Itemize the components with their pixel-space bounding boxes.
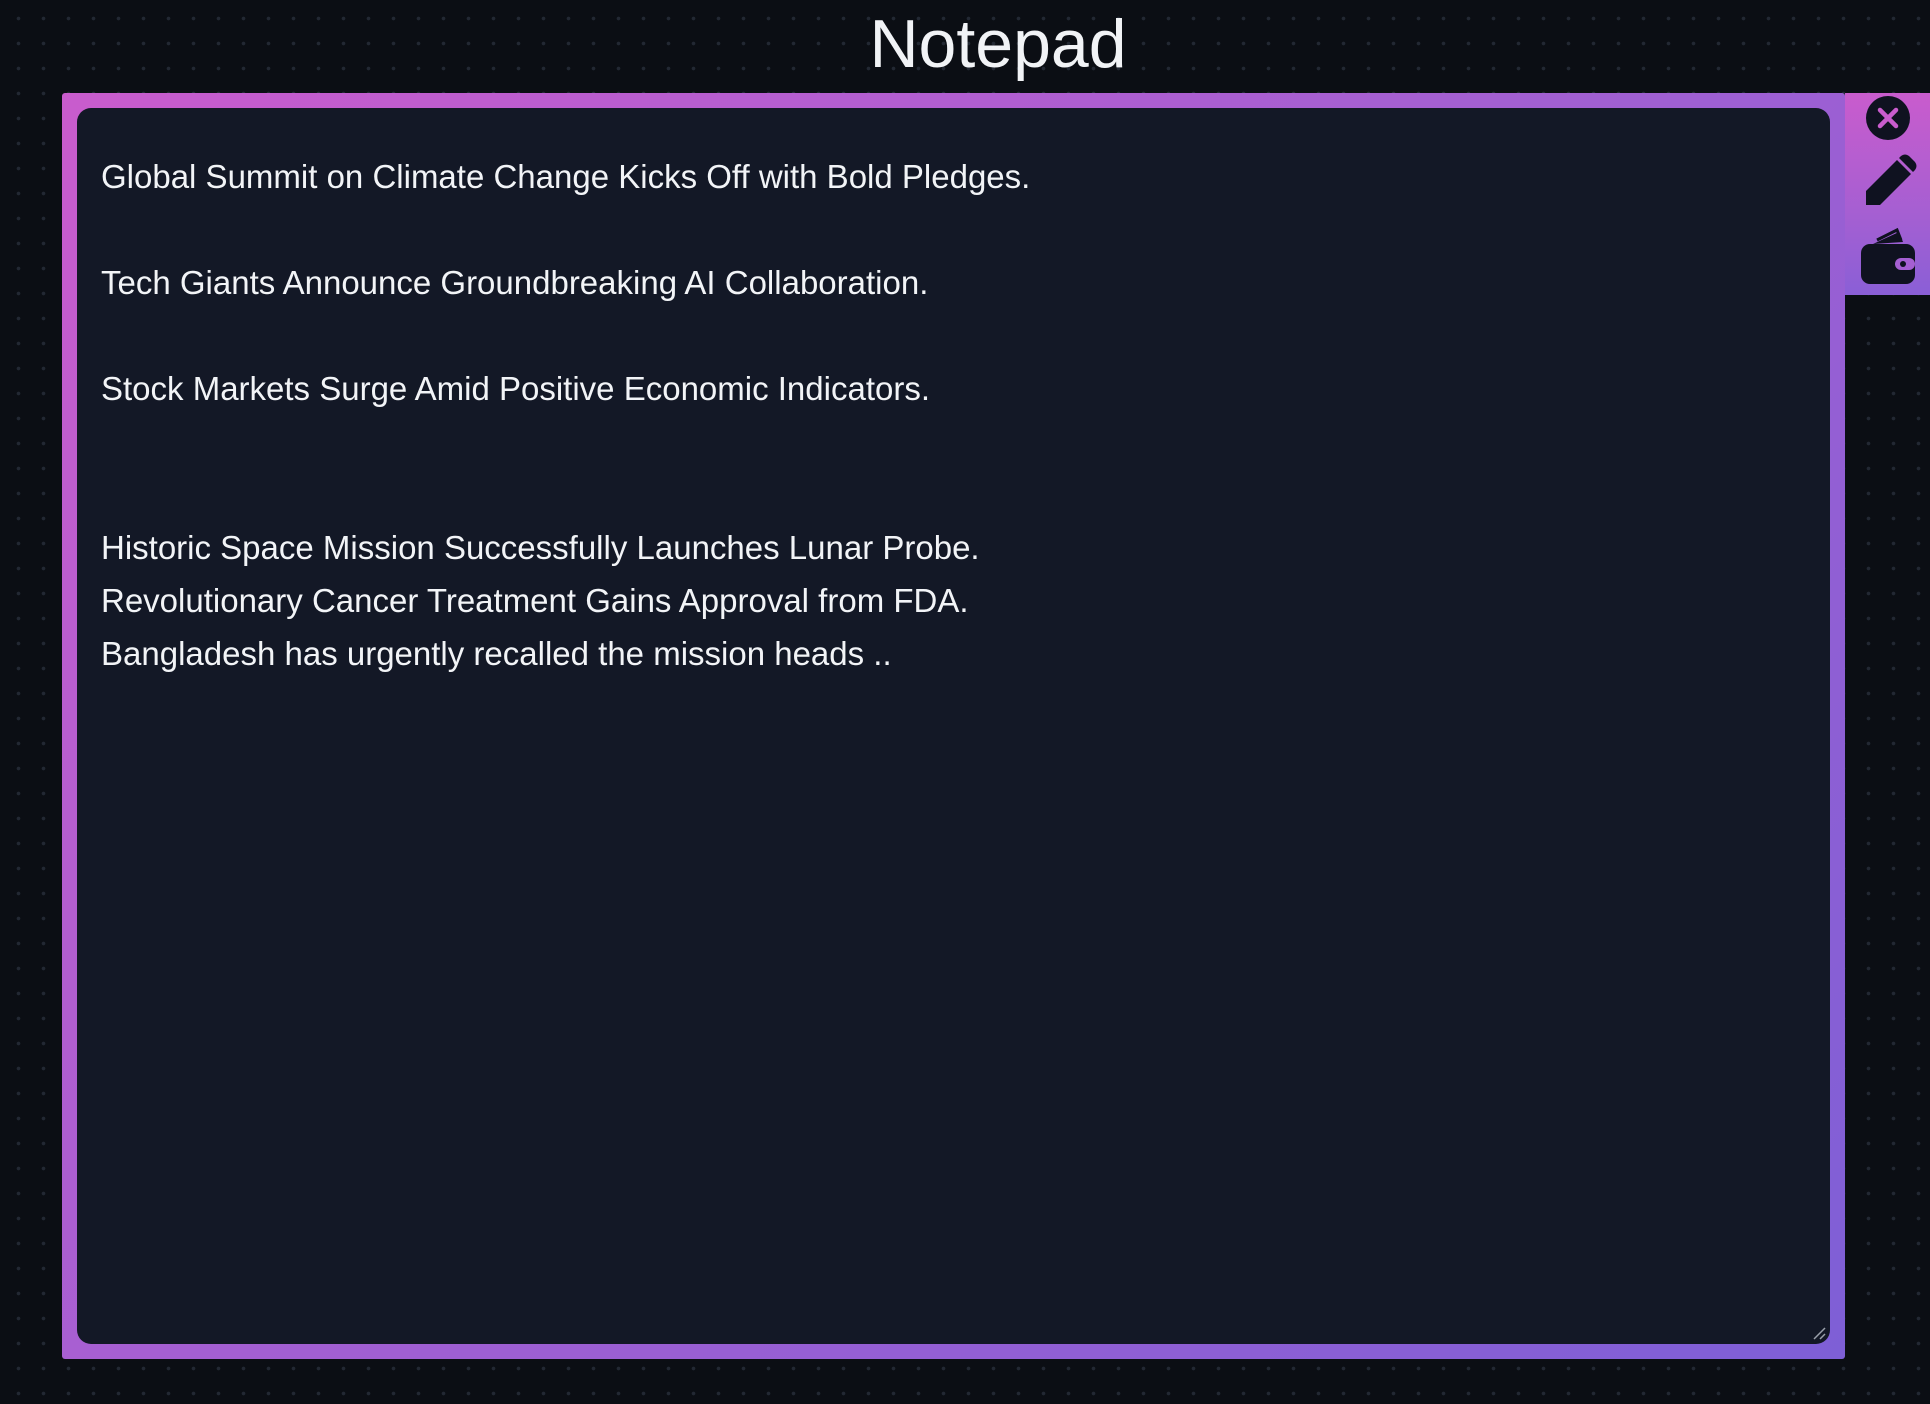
note-line: Bangladesh has urgently recalled the mis… — [101, 635, 892, 672]
note-line: Historic Space Mission Successfully Laun… — [101, 529, 980, 566]
pencil-icon — [1865, 154, 1916, 205]
note-line — [101, 309, 1806, 362]
close-button[interactable] — [1845, 93, 1930, 143]
resize-handle-icon[interactable] — [1812, 1326, 1826, 1340]
note-line — [101, 468, 1806, 521]
note-line: Stock Markets Surge Amid Positive Econom… — [101, 370, 930, 407]
close-circle-icon — [1865, 96, 1910, 140]
wallet-button[interactable] — [1845, 221, 1930, 291]
note-line — [101, 203, 1806, 256]
note-line: Global Summit on Climate Change Kicks Of… — [101, 158, 1031, 195]
note-line — [101, 415, 1806, 468]
wallet-icon — [1860, 227, 1915, 284]
app-title: Notepad — [869, 6, 1127, 82]
edit-button[interactable] — [1845, 148, 1930, 218]
note-line: Revolutionary Cancer Treatment Gains App… — [101, 582, 969, 619]
note-editor[interactable]: Global Summit on Climate Change Kicks Of… — [77, 108, 1830, 1344]
notepad-frame: Global Summit on Climate Change Kicks Of… — [62, 93, 1845, 1359]
side-toolbar — [1845, 93, 1930, 295]
note-line: Tech Giants Announce Groundbreaking AI C… — [101, 264, 929, 301]
